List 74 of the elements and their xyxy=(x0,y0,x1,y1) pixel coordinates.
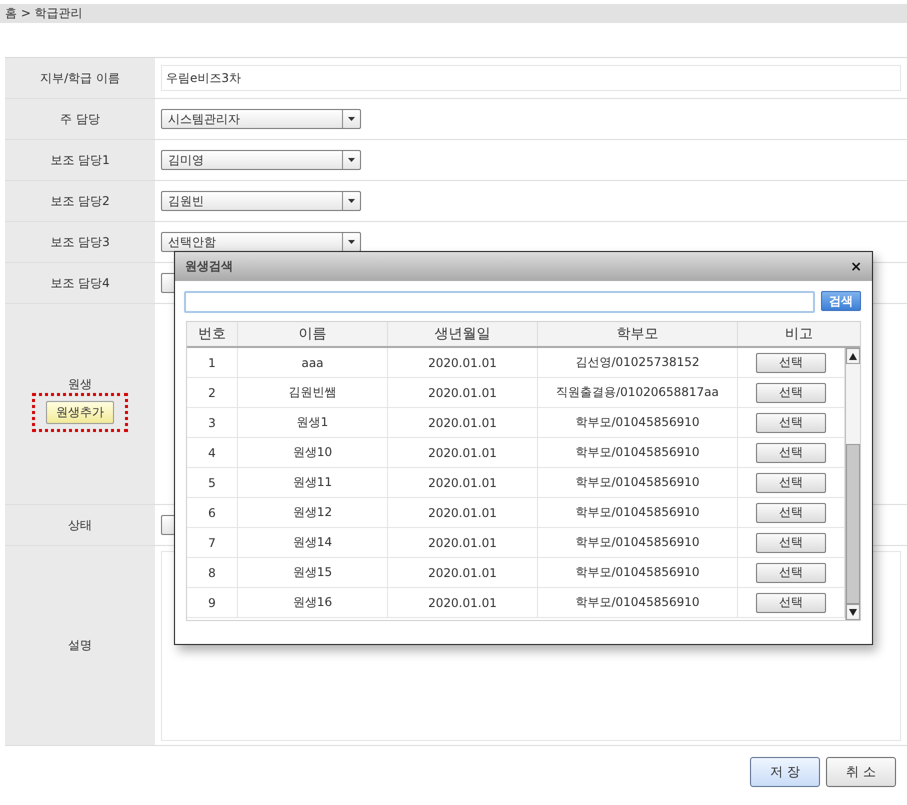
table-cell: 4 xyxy=(187,438,238,467)
breadcrumb: 홈 > 학급관리 xyxy=(5,5,83,22)
table-cell: 원생1 xyxy=(238,408,388,437)
select-button[interactable]: 선택 xyxy=(756,412,826,432)
table-cell: 2020.01.01 xyxy=(388,468,538,497)
table-cell: 8 xyxy=(187,558,238,587)
field-label: 상태 xyxy=(68,516,92,534)
table-cell: 2 xyxy=(187,378,238,407)
table-cell: aaa xyxy=(238,348,388,377)
table-cell: 학부모/01045856910 xyxy=(538,468,738,497)
table-cell: 9 xyxy=(187,588,238,617)
table-cell: 학부모/01045856910 xyxy=(538,438,738,467)
add-student-button[interactable]: 원생추가 xyxy=(46,401,114,424)
field-label: 보조 담당4 xyxy=(50,274,110,292)
table-cell: 3 xyxy=(187,408,238,437)
close-button[interactable]: × xyxy=(850,258,862,274)
table-cell: 원생15 xyxy=(238,558,388,587)
table-cell: 학부모/01045856910 xyxy=(538,498,738,527)
select-button[interactable]: 선택 xyxy=(756,592,826,612)
dropdown[interactable]: 시스템관리자 xyxy=(161,109,361,129)
select-button[interactable]: 선택 xyxy=(756,442,826,462)
save-button[interactable]: 저 장 xyxy=(750,757,820,787)
field-label: 보조 담당3 xyxy=(50,234,110,250)
table-cell: 2020.01.01 xyxy=(388,498,538,527)
column-header: 이름 xyxy=(238,322,388,346)
field-label: 지부/학급 이름 xyxy=(40,70,120,86)
table-cell: 김선영/01025738152 xyxy=(538,348,738,377)
dropdown[interactable]: 김원빈 xyxy=(161,191,361,211)
table-cell: 원생12 xyxy=(238,498,388,527)
column-header: 학부모 xyxy=(538,322,738,346)
field-label: 설명 xyxy=(68,637,92,654)
table-cell: 5 xyxy=(187,468,238,497)
cancel-button[interactable]: 취 소 xyxy=(826,757,896,787)
select-button[interactable]: 선택 xyxy=(756,532,826,552)
table-cell: 2020.01.01 xyxy=(388,438,538,467)
select-button[interactable]: 선택 xyxy=(756,352,826,372)
dialog-title: 원생검색 xyxy=(185,258,233,275)
table-cell: 2020.01.01 xyxy=(388,558,538,587)
name-input-field[interactable]: 우림e비즈3차 xyxy=(161,65,901,91)
select-button[interactable]: 선택 xyxy=(756,502,826,522)
table-cell: 2020.01.01 xyxy=(388,528,538,557)
column-header: 생년월일 xyxy=(388,322,538,346)
table-cell: 학부모/01045856910 xyxy=(538,558,738,587)
table-cell: 학부모/01045856910 xyxy=(538,528,738,557)
field-label: 보조 담당2 xyxy=(50,192,110,210)
table-cell: 1 xyxy=(187,348,238,377)
search-input-field[interactable] xyxy=(184,291,815,313)
table-cell: 원생11 xyxy=(238,468,388,497)
select-button[interactable]: 선택 xyxy=(756,472,826,492)
table-cell: 7 xyxy=(187,528,238,557)
table-cell: 김원빈쌤 xyxy=(238,378,388,407)
field-label: 주 담당 xyxy=(60,110,100,128)
table-cell: 직원출결용/01020658817aa xyxy=(538,378,738,407)
table-cell: 원생16 xyxy=(238,588,388,617)
dropdown[interactable]: 선택안함 xyxy=(161,232,361,252)
scroll-up-icon[interactable] xyxy=(849,352,857,360)
select-button[interactable]: 선택 xyxy=(756,562,826,582)
table-cell: 2020.01.01 xyxy=(388,378,538,407)
field-label: 원생 xyxy=(68,376,92,393)
column-header: 번호 xyxy=(187,322,238,346)
scrollbar[interactable] xyxy=(845,348,860,620)
dropdown[interactable]: 김미영 xyxy=(161,150,361,170)
column-header: 비고 xyxy=(784,325,814,344)
table-cell: 학부모/01045856910 xyxy=(538,408,738,437)
scroll-down-icon[interactable] xyxy=(849,608,857,616)
select-button[interactable]: 선택 xyxy=(756,382,826,402)
table-cell: 원생14 xyxy=(238,528,388,557)
table-cell: 6 xyxy=(187,498,238,527)
table-cell: 학부모/01045856910 xyxy=(538,588,738,617)
table-cell: 원생10 xyxy=(238,438,388,467)
table-cell: 2020.01.01 xyxy=(388,348,538,377)
table-cell: 2020.01.01 xyxy=(388,588,538,617)
field-label: 보조 담당1 xyxy=(50,152,110,168)
table-cell: 2020.01.01 xyxy=(388,408,538,437)
